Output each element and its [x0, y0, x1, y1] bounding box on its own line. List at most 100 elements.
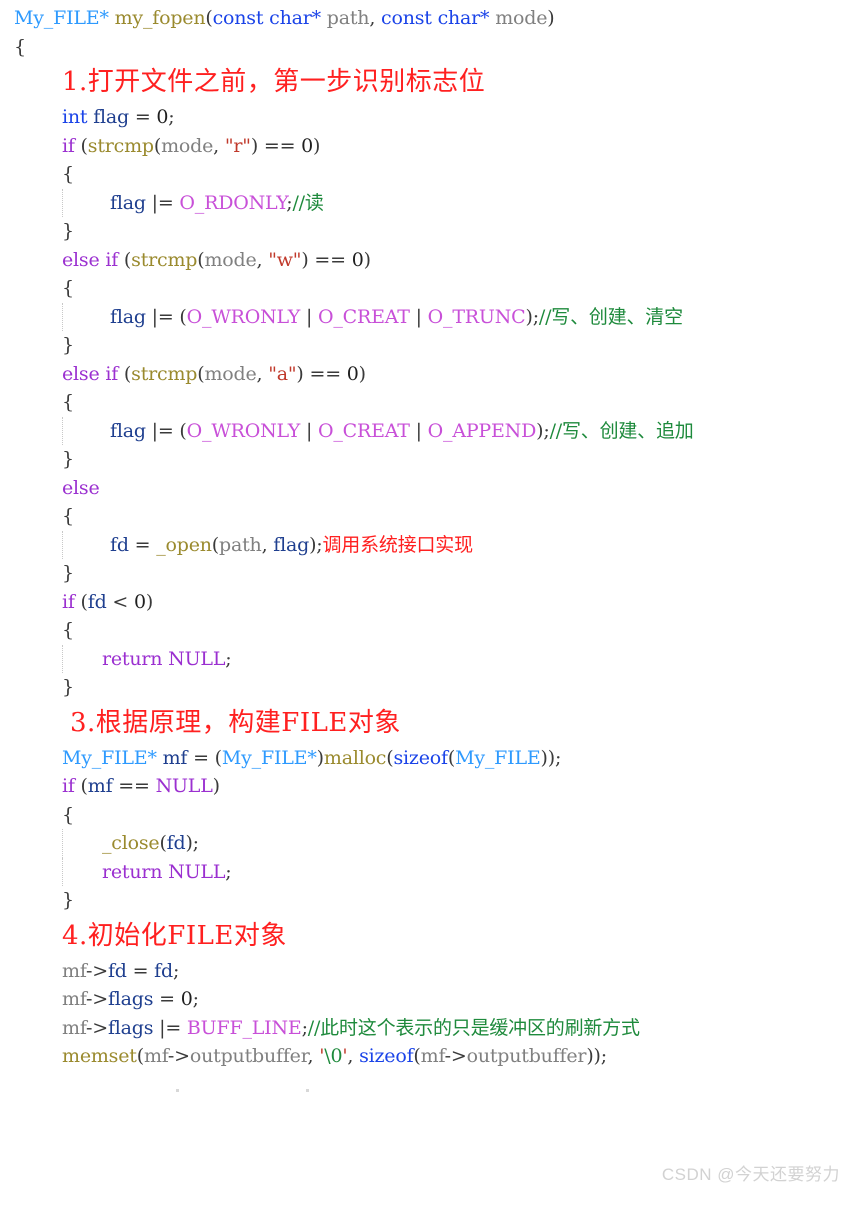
paren-semicolon: );	[525, 305, 539, 328]
annotation-step-4: 4.初始化FILE对象	[0, 915, 862, 957]
paren: )	[313, 134, 321, 157]
equality-op: ==	[112, 775, 156, 797]
keyword-else-if: else if	[62, 362, 119, 385]
arrow-op: ->	[85, 959, 108, 982]
comma: ,	[307, 1045, 320, 1067]
annotation-text: 4.初始化FILE对象	[62, 920, 287, 951]
code-line-elseif-mode-a: else if (strcmp(mode, "a") == 0)	[0, 360, 862, 389]
literal-zero: 0	[156, 106, 169, 128]
cast-close: )	[316, 746, 324, 769]
keyword-sizeof: sizeof	[359, 1045, 414, 1067]
paren: (	[211, 533, 220, 556]
code-line-if-mode-r: if (strcmp(mode, "r") == 0)	[0, 132, 862, 161]
assign-op: =	[126, 959, 155, 982]
code-listing: My_FILE* my_fopen(const char* path, cons…	[0, 0, 862, 1071]
code-line-if-fd-negative: if (fd < 0)	[0, 588, 862, 617]
arg-path: path	[219, 533, 262, 556]
arg-flag: flag	[273, 533, 310, 556]
literal-null: NULL	[162, 860, 226, 883]
annotation-syscall: 调用系统接口实现	[322, 533, 474, 556]
paren: (	[74, 590, 88, 613]
brace-open: {	[62, 619, 74, 641]
code-line-memset: memset(mf->outputbuffer, '\0', sizeof(mf…	[0, 1042, 862, 1071]
comment-write-create-append: //写、创建、追加	[549, 419, 694, 442]
paren: (	[153, 134, 162, 157]
string-literal-a: "a"	[268, 362, 297, 385]
paren-semicolon: ));	[540, 746, 562, 769]
arg-mode: mode	[204, 362, 257, 385]
paren: (	[118, 362, 132, 385]
code-line-flag-rdonly: flag |= O_RDONLY;//读	[0, 188, 862, 217]
keyword-if: if	[62, 590, 75, 613]
param2-name: mode	[489, 7, 548, 29]
paren-semicolon: ));	[586, 1045, 607, 1067]
param-comma: ,	[369, 7, 382, 29]
literal-zero: 0	[133, 590, 146, 613]
indent-guide	[62, 644, 64, 673]
macro-buff-line: BUFF_LINE	[186, 1016, 302, 1039]
var-fd: fd	[154, 959, 173, 982]
comment-write-create-trunc: //写、创建、清空	[538, 305, 683, 328]
string-literal-r: "r"	[224, 134, 251, 157]
cast-type: My_FILE*	[221, 746, 317, 769]
comma: ,	[261, 533, 274, 556]
keyword-return: return	[102, 860, 163, 883]
keyword-return: return	[102, 647, 163, 670]
macro-o-creat: O_CREAT	[318, 305, 410, 328]
param2-type: const char*	[381, 7, 490, 29]
brace-close: }	[62, 448, 74, 470]
brace-close: }	[62, 676, 74, 698]
paren-close: )	[547, 7, 555, 29]
or-assign-op: |= (	[145, 305, 187, 328]
comma: ,	[347, 1045, 360, 1067]
brace-open: {	[62, 803, 74, 826]
code-line-brace-close-else: }	[0, 559, 862, 588]
keyword-sizeof: sizeof	[393, 746, 448, 769]
indent-guide	[62, 530, 64, 559]
semicolon: ;	[168, 106, 175, 128]
bitwise-or: |	[300, 419, 318, 442]
paren: )	[358, 362, 366, 385]
var-flag: flag	[110, 419, 146, 442]
call-memset: memset	[62, 1045, 137, 1067]
var-mf: mf	[143, 1045, 168, 1067]
paren: (	[74, 775, 88, 797]
literal-zero: 0	[346, 362, 359, 385]
indent-guide	[62, 857, 64, 886]
assign-op: =	[128, 533, 157, 556]
code-line-if-mf-null: if (mf == NULL)	[0, 772, 862, 801]
literal-zero: 0	[351, 248, 364, 271]
code-line-signature: My_FILE* my_fopen(const char* path, cons…	[0, 4, 862, 33]
assign-op: =	[129, 106, 157, 128]
brace-open: {	[62, 163, 74, 185]
field-outputbuffer: outputbuffer	[189, 1045, 308, 1067]
brace-close: }	[62, 889, 74, 911]
code-line-brace-close-mf: }	[0, 886, 862, 915]
csdn-watermark: CSDN @今天还要努力	[661, 1165, 840, 1184]
keyword-else-if: else if	[62, 248, 119, 271]
annotation-text: 1.打开文件之前，第一步识别标志位	[62, 67, 486, 97]
paren-open: (	[205, 7, 213, 29]
assign-op: =	[153, 988, 181, 1010]
code-line-malloc: My_FILE* mf = (My_FILE*)malloc(sizeof(My…	[0, 744, 862, 773]
brace-close: }	[62, 562, 74, 584]
literal-null: NULL	[155, 775, 213, 797]
code-line-elseif-mode-w: else if (strcmp(mode, "w") == 0)	[0, 246, 862, 275]
var-mf: mf	[62, 959, 86, 982]
semicolon: ;	[172, 959, 180, 982]
code-line-brace-open-function: {	[0, 33, 862, 62]
macro-o-rdonly: O_RDONLY	[179, 191, 287, 214]
code-line-return-null-2: return NULL;	[0, 857, 862, 886]
brace-close: }	[62, 220, 74, 242]
bitwise-or: |	[300, 305, 318, 328]
keyword-if: if	[62, 134, 75, 157]
arg-mode: mode	[161, 134, 214, 157]
brace-open: {	[62, 391, 74, 413]
macro-o-trunc: O_TRUNC	[427, 305, 526, 328]
code-line-flag-append: flag |= (O_WRONLY | O_CREAT | O_APPEND);…	[0, 416, 862, 445]
code-line-open-call: fd = _open(path, flag);调用系统接口实现	[0, 530, 862, 559]
brace-open: {	[62, 505, 74, 527]
keyword-int: int	[62, 106, 88, 128]
compare-op: ) ==	[301, 248, 352, 271]
field-outputbuffer: outputbuffer	[466, 1045, 587, 1067]
